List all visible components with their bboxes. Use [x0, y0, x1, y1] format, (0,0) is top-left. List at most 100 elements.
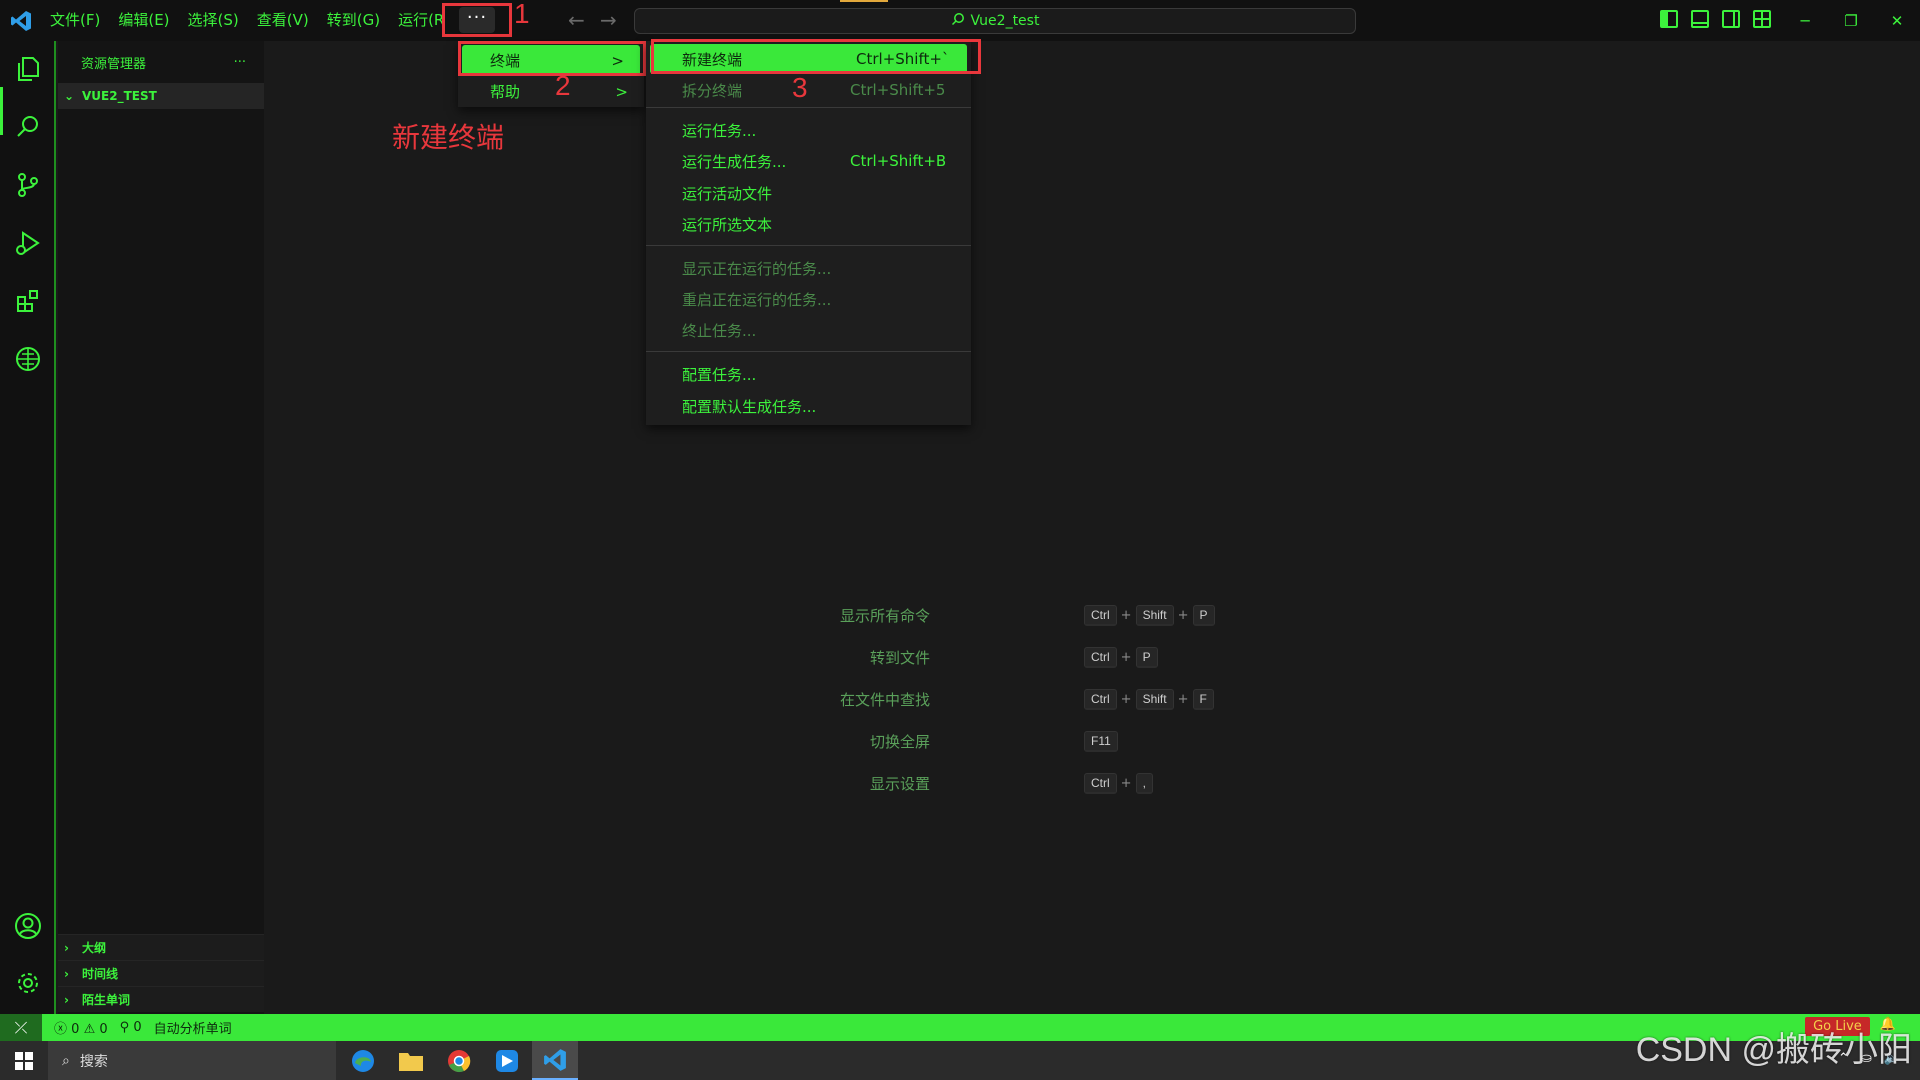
annotation-number-1: 1 [514, 0, 530, 29]
editor-area [264, 41, 1920, 1014]
title-accent-line [840, 0, 888, 2]
menu-item-run-active-file[interactable]: 运行活动文件 [646, 178, 971, 208]
problems-indicator[interactable]: ⓧ 0 ⚠ 0 [54, 1018, 108, 1037]
menu-item-label: 显示正在运行的任务... [682, 259, 832, 278]
vscode-logo-icon [0, 0, 41, 41]
kbd-key: Shift [1135, 688, 1174, 710]
chevron-right-icon: › [64, 940, 69, 955]
explorer-icon[interactable] [8, 49, 48, 89]
menu-item-configure-tasks[interactable]: 配置任务... [646, 359, 971, 389]
error-count: 0 [71, 1022, 80, 1037]
error-icon: ⓧ [54, 1022, 68, 1037]
watermark-label: 切换全屏 [869, 732, 930, 751]
kbd-key: Ctrl [1084, 604, 1117, 626]
menu-item-help[interactable]: 帮助 > [458, 76, 644, 107]
kbd-key: P [1135, 646, 1158, 668]
remote-indicator-icon[interactable]: ⤫ [0, 1014, 42, 1041]
menu-file[interactable]: 文件(F) [41, 0, 109, 41]
ports-indicator[interactable]: ⚲ 0 [120, 1020, 142, 1035]
csdn-watermark: CSDN @搬砖小阳 [1635, 1031, 1912, 1069]
restore-icon[interactable]: ❐ [1828, 0, 1874, 41]
kbd-key: Shift [1135, 604, 1174, 626]
search-icon: ⌕ [62, 1052, 70, 1069]
windows-start-icon[interactable] [0, 1041, 48, 1080]
remote-explorer-icon[interactable] [8, 339, 48, 379]
edge-browser-icon[interactable] [340, 1041, 386, 1080]
menu-item-shortcut: Ctrl+Shift+B [850, 152, 947, 170]
close-icon[interactable]: ✕ [1874, 0, 1920, 41]
taskbar-search[interactable]: ⌕ 搜索 [48, 1041, 336, 1080]
menu-item-restart-running-task[interactable]: 重启正在运行的任务... [646, 284, 971, 314]
menu-item-label: 运行任务... [682, 121, 757, 140]
source-control-icon[interactable] [8, 165, 48, 205]
sidebar-sections: › 大纲 › 时间线 › 陌生单词 [58, 934, 264, 1012]
vscode-taskbar-icon[interactable] [532, 1041, 578, 1080]
forward-arrow-icon[interactable]: → [600, 8, 617, 32]
menu-item-label: 拆分终端 [682, 81, 743, 100]
menu-edit[interactable]: 编辑(E) [109, 0, 178, 41]
toggle-panel-icon[interactable] [1691, 10, 1709, 28]
watermark-keys: F11 [1084, 730, 1118, 752]
menu-item-show-running-tasks[interactable]: 显示正在运行的任务... [646, 253, 971, 283]
sidebar-more-button[interactable]: ··· [234, 55, 246, 70]
kbd-key: F11 [1084, 730, 1118, 752]
minimize-icon[interactable]: ─ [1782, 0, 1828, 41]
menu-separator [646, 351, 971, 352]
section-label: 大纲 [82, 941, 107, 955]
menu-item-label: 帮助 [490, 83, 521, 101]
menu-selection[interactable]: 选择(S) [179, 0, 248, 41]
toggle-primary-sidebar-icon[interactable] [1660, 10, 1678, 28]
annotation-number-3: 3 [792, 72, 808, 103]
search-icon[interactable] [8, 107, 48, 147]
workspace-folder[interactable]: ⌄ VUE2_TEST [58, 83, 264, 109]
menu-item-shortcut: Ctrl+Shift+5 [850, 81, 946, 99]
feishu-app-icon[interactable] [484, 1041, 530, 1080]
chevron-right-icon: › [64, 992, 69, 1007]
menu-go[interactable]: 转到(G) [318, 0, 389, 41]
toggle-secondary-sidebar-icon[interactable] [1722, 10, 1740, 28]
annotation-number-2: 2 [555, 70, 571, 101]
more-menu-button[interactable]: ··· [442, 3, 512, 37]
menu-item-label: 运行所选文本 [682, 215, 773, 234]
menu-item-terminate-task[interactable]: 终止任务... [646, 315, 971, 345]
menu-item-split-terminal[interactable]: 拆分终端 Ctrl+Shift+5 [646, 75, 971, 105]
customize-layout-icon[interactable] [1753, 10, 1771, 28]
warning-count: 0 [99, 1022, 108, 1037]
run-debug-icon[interactable] [8, 223, 48, 263]
menu-item-run-task[interactable]: 运行任务... [646, 115, 971, 145]
command-center[interactable]: Vue2_test [634, 8, 1356, 34]
search-icon [951, 12, 965, 30]
section-label: 陌生单词 [82, 993, 131, 1007]
watermark-label: 转到文件 [869, 648, 930, 667]
menu-item-run-build-task[interactable]: 运行生成任务... Ctrl+Shift+B [646, 146, 971, 176]
section-unknown-words[interactable]: › 陌生单词 [58, 986, 264, 1012]
kbd-key: F [1192, 688, 1214, 710]
kbd-key: Ctrl [1084, 772, 1117, 794]
layout-controls [1660, 10, 1771, 28]
menu-item-configure-default-build-task[interactable]: 配置默认生成任务... [646, 391, 971, 421]
watermark-keys: Ctrl + Shift + F [1084, 688, 1214, 710]
settings-gear-icon[interactable] [8, 963, 48, 1003]
watermark-label: 显示所有命令 [839, 606, 930, 625]
menu-item-label: 终止任务... [682, 321, 757, 340]
section-timeline[interactable]: › 时间线 [58, 960, 264, 986]
section-label: 时间线 [82, 967, 119, 981]
menu-item-run-selected-text[interactable]: 运行所选文本 [646, 209, 971, 239]
explorer-sidebar: 资源管理器 ··· ⌄ VUE2_TEST › 大纲 › 时间线 › 陌生单词 [58, 41, 264, 1014]
more-dots-label: ··· [459, 7, 495, 33]
menu-view[interactable]: 查看(V) [248, 0, 318, 41]
ports-icon: ⚲ [119, 1020, 130, 1035]
extension-status[interactable]: 自动分析单词 [154, 1018, 232, 1037]
chrome-icon[interactable] [436, 1041, 482, 1080]
annotation-box-terminal [458, 41, 646, 76]
active-indicator [0, 87, 3, 135]
file-explorer-icon[interactable] [388, 1041, 434, 1080]
kbd-key: Ctrl [1084, 688, 1117, 710]
status-bar: ⤫ ⓧ 0 ⚠ 0 ⚲ 0 自动分析单词 Go Live 🔔 [0, 1014, 1920, 1041]
extensions-icon[interactable] [8, 281, 48, 321]
section-outline[interactable]: › 大纲 [58, 934, 264, 960]
watermark-keys: Ctrl +, [1084, 772, 1153, 794]
back-arrow-icon[interactable]: ← [568, 8, 585, 32]
workspace-folder-label: VUE2_TEST [82, 89, 157, 103]
accounts-icon[interactable] [8, 906, 48, 946]
